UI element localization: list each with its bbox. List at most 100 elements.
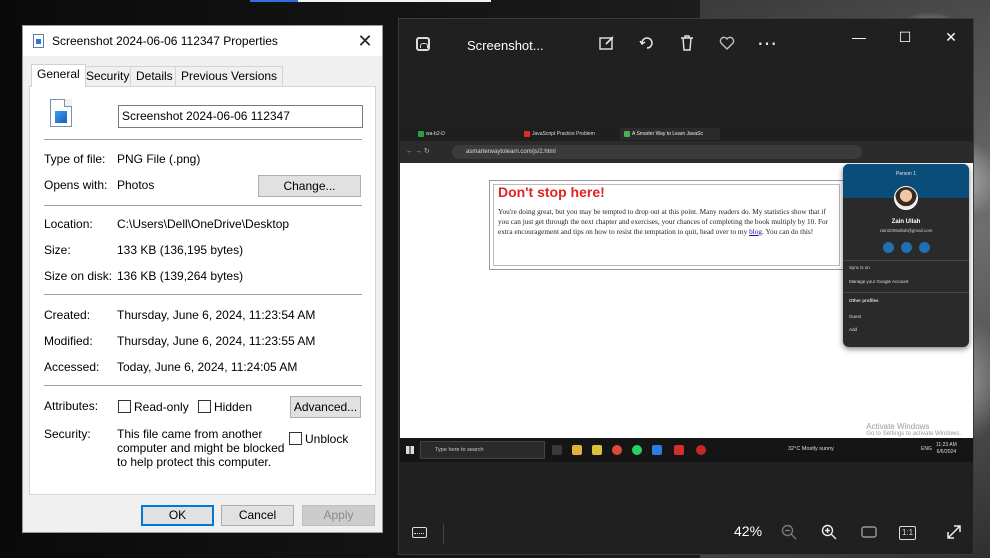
- key-icon: [883, 242, 894, 253]
- paragraph-text: . You can do this!: [762, 227, 814, 236]
- divider: [44, 385, 362, 386]
- profile-menu: Person 1 Zain Ullah zain2006ullah@gmail.…: [843, 164, 969, 347]
- close-button[interactable]: ✕: [352, 28, 378, 54]
- tab-general[interactable]: General: [31, 64, 86, 87]
- size-value: 133 KB (136,195 bytes): [117, 243, 244, 257]
- file-explorer-icon: [572, 445, 582, 455]
- heart-icon[interactable]: [717, 34, 737, 54]
- profile-action-icons: [883, 242, 931, 254]
- minimize-button[interactable]: —: [844, 25, 874, 49]
- size-on-disk-label: Size on disk:: [44, 269, 113, 283]
- rotate-icon[interactable]: [637, 34, 657, 54]
- fullscreen-icon[interactable]: [944, 523, 964, 543]
- viewer-title: Screenshot...: [467, 38, 544, 53]
- created-value: Thursday, June 6, 2024, 11:23:54 AM: [117, 308, 316, 322]
- browser-tab-label: A Smarter Way to Learn JavaSc: [632, 131, 703, 137]
- profile-email: zain2006ullah@gmail.com: [879, 228, 933, 233]
- advanced-button[interactable]: Advanced...: [290, 396, 361, 418]
- close-button[interactable]: ✕: [936, 25, 966, 49]
- more-icon[interactable]: ⋯: [757, 34, 777, 54]
- accessed-value: Today, June 6, 2024, 11:24:05 AM: [117, 360, 298, 374]
- divider: [443, 524, 444, 544]
- window-edge: [298, 0, 491, 2]
- viewer-bottom-bar: 42% 1:1: [399, 514, 973, 554]
- photos-viewer-window: Screenshot... ⋯ — ☐ ✕ wa-b2-D JavaScript…: [398, 18, 974, 555]
- opens-with-label: Opens with:: [44, 178, 108, 192]
- page-content-box: Don't stop here! You're doing great, but…: [489, 180, 844, 270]
- cancel-button[interactable]: Cancel: [221, 505, 294, 526]
- modified-value: Thursday, June 6, 2024, 11:23:55 AM: [117, 334, 316, 348]
- browser-tab-strip: wa-b2-D JavaScript Practice Problem A Sm…: [400, 124, 973, 141]
- tab-favicon: [524, 131, 530, 137]
- location-icon: [919, 242, 930, 253]
- gallery-icon[interactable]: [416, 37, 430, 51]
- tab-details[interactable]: Details: [130, 66, 179, 86]
- tab-security[interactable]: Security: [80, 66, 136, 86]
- language-indicator: ENG: [921, 446, 932, 452]
- activate-windows-watermark: Activate Windows Go to Settings to activ…: [866, 422, 961, 437]
- fit-icon[interactable]: [859, 523, 879, 543]
- page-heading: Don't stop here!: [498, 184, 605, 200]
- vscode-icon: [652, 445, 662, 455]
- file-icon: [33, 34, 44, 48]
- dialog-title: Screenshot 2024-06-06 112347 Properties: [52, 34, 278, 48]
- window-edge: [250, 0, 298, 2]
- accessed-label: Accessed:: [44, 360, 100, 374]
- tab-favicon: [624, 131, 630, 137]
- dialog-titlebar[interactable]: Screenshot 2024-06-06 112347 Properties …: [23, 26, 382, 56]
- actual-size-button[interactable]: 1:1: [899, 526, 916, 540]
- hidden-label: Hidden: [214, 400, 253, 414]
- zoom-level: 42%: [734, 523, 763, 539]
- size-label: Size:: [44, 243, 71, 257]
- browser-tab-label: wa-b2-D: [426, 131, 445, 137]
- delete-icon[interactable]: [677, 34, 697, 54]
- maximize-button[interactable]: ☐: [890, 25, 920, 49]
- location-value: C:\Users\Dell\OneDrive\Desktop: [117, 217, 290, 231]
- divider: [44, 294, 362, 295]
- readonly-checkbox[interactable]: [118, 400, 131, 413]
- zoom-in-icon[interactable]: [819, 523, 839, 543]
- change-button[interactable]: Change...: [258, 175, 361, 197]
- task-view-icon: [552, 445, 562, 455]
- created-label: Created:: [44, 308, 91, 322]
- attributes-label: Attributes:: [44, 399, 99, 413]
- activate-subtitle: Go to Settings to activate Windows.: [866, 431, 961, 437]
- manage-account: Manage your Google Account: [849, 279, 909, 284]
- displayed-image[interactable]: wa-b2-D JavaScript Practice Problem A Sm…: [400, 124, 973, 462]
- blog-link: blog: [749, 227, 763, 236]
- type-label: Type of file:: [44, 152, 106, 166]
- png-file-icon: [50, 99, 72, 127]
- properties-dialog: Screenshot 2024-06-06 112347 Properties …: [22, 25, 383, 533]
- ok-button[interactable]: OK: [141, 505, 214, 526]
- readonly-label: Read-only: [134, 400, 189, 414]
- divider: [44, 205, 362, 206]
- hidden-checkbox[interactable]: [198, 400, 211, 413]
- viewer-titlebar[interactable]: Screenshot... ⋯ — ☐ ✕: [399, 19, 973, 69]
- browser-tab: JavaScript Practice Problem: [520, 128, 620, 140]
- unblock-checkbox[interactable]: [289, 432, 302, 445]
- size-on-disk-value: 136 KB (139,264 bytes): [117, 269, 244, 283]
- modified-label: Modified:: [44, 334, 93, 348]
- whatsapp-icon: [632, 445, 642, 455]
- general-panel: Screenshot 2024-06-06 112347 Type of fil…: [29, 86, 376, 495]
- browser-tab: A Smarter Way to Learn JavaSc: [620, 128, 720, 140]
- apply-button[interactable]: Apply: [302, 505, 375, 526]
- other-profiles: Other profiles: [849, 298, 879, 303]
- page-paragraph: You're doing great, but you may be tempt…: [498, 207, 838, 237]
- filmstrip-icon[interactable]: [412, 527, 427, 538]
- filename-field[interactable]: Screenshot 2024-06-06 112347: [118, 105, 363, 128]
- divider: [843, 260, 969, 261]
- taskbar-search: Type here to search: [420, 441, 545, 459]
- tab-previous-versions[interactable]: Previous Versions: [175, 66, 284, 86]
- browser-tab: wa-b2-D: [414, 128, 514, 140]
- chrome-icon: [612, 445, 622, 455]
- add-profile: Add: [849, 327, 858, 332]
- zoom-out-icon[interactable]: [779, 523, 799, 543]
- clock-date: 6/6/2024: [936, 449, 957, 455]
- unblock-label: Unblock: [305, 432, 349, 446]
- record-icon: [696, 445, 706, 455]
- taskbar-clock: 11:23 AM 6/6/2024: [936, 442, 957, 456]
- edit-icon[interactable]: [597, 34, 617, 54]
- security-label: Security:: [44, 427, 91, 441]
- profile-person: Person 1: [895, 171, 916, 177]
